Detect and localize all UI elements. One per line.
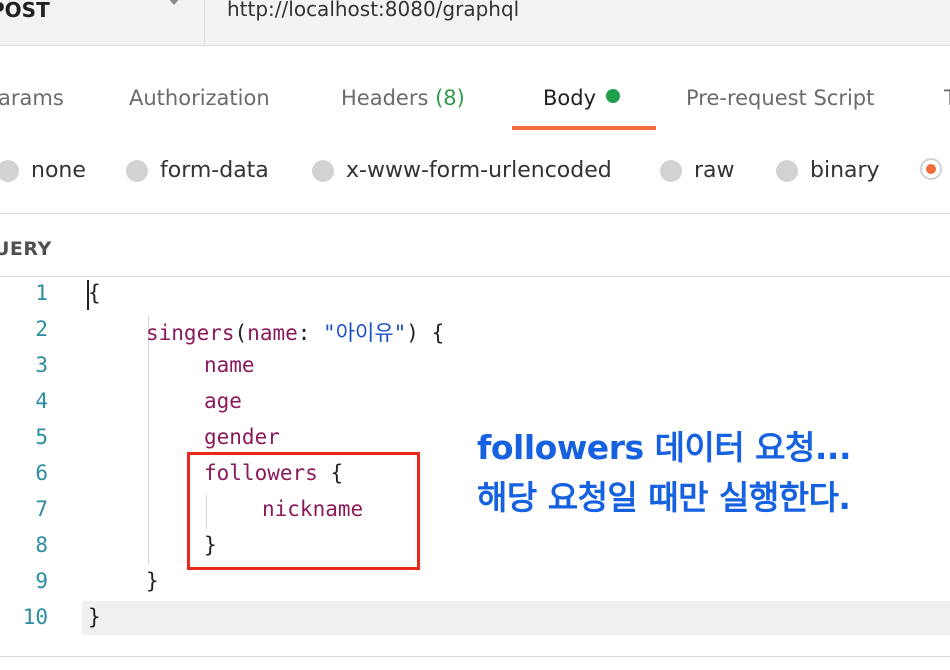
radio-label: form-data (160, 158, 269, 183)
headers-count-badge: (8) (435, 86, 465, 110)
divider (0, 656, 950, 657)
tab-label: arams (0, 86, 64, 110)
tab-label: Body (543, 86, 597, 110)
line-number: 5 (35, 425, 48, 449)
tab-label: Headers (341, 86, 429, 110)
code-token: age (204, 389, 242, 413)
code-line: { (88, 281, 101, 305)
radio-circle-icon (312, 159, 334, 182)
code-line: name (204, 353, 255, 377)
code-token: gender (204, 425, 280, 449)
chevron-down-icon (166, 0, 182, 5)
line-number: 6 (35, 461, 48, 485)
radio-label: binary (810, 158, 880, 183)
radio-selected-icon (920, 158, 942, 180)
radio-label: x-www-form-urlencoded (346, 158, 612, 183)
code-token: } (88, 605, 101, 629)
line-number: 1 (35, 281, 48, 305)
followers-highlight-box (187, 452, 420, 570)
code-line: } (88, 605, 101, 629)
radio-label: none (31, 158, 86, 183)
code-line: singers(name: "아이유") { (146, 321, 445, 345)
radio-none[interactable]: none (0, 158, 86, 183)
line-number: 9 (35, 569, 48, 593)
url-input[interactable]: http://localhost:8080/graphql (227, 0, 519, 21)
code-line: gender (204, 425, 280, 449)
divider (204, 0, 205, 45)
code-token: name (247, 321, 298, 345)
radio-raw[interactable]: raw (660, 158, 735, 183)
code-line: age (204, 389, 242, 413)
code-token: ) { (406, 321, 445, 345)
query-section-label: UERY (0, 238, 52, 260)
request-bar: POST http://localhost:8080/graphql (0, 0, 950, 46)
active-tab-indicator (512, 126, 656, 130)
radio-circle-icon (660, 159, 682, 182)
radio-form-data[interactable]: form-data (126, 158, 269, 183)
tab-body[interactable]: Body (543, 86, 621, 110)
radio-circle-icon (0, 159, 19, 182)
line-number: 10 (22, 605, 48, 629)
body-type-radio-group: none form-data x-www-form-urlencoded raw… (0, 150, 950, 198)
code-token: "아이유" (323, 321, 407, 345)
radio-binary[interactable]: binary (776, 158, 880, 183)
code-token: { (88, 281, 101, 305)
radio-circle-icon (776, 159, 798, 182)
divider (0, 213, 950, 214)
active-line-highlight (82, 601, 950, 635)
tab-label: Pre-request Script (686, 86, 875, 110)
tab-authorization[interactable]: Authorization (129, 86, 270, 110)
method-select[interactable]: POST (0, 0, 195, 32)
indent-guide (148, 315, 149, 565)
tab-params[interactable]: arams (0, 86, 64, 110)
tab-label: Authorization (129, 86, 270, 110)
tab-tests[interactable]: T (944, 86, 950, 110)
tab-headers[interactable]: Headers (8) (341, 86, 465, 110)
radio-x-www-form-urlencoded[interactable]: x-www-form-urlencoded (312, 158, 612, 183)
radio-label: raw (694, 158, 735, 183)
code-token: name (204, 353, 255, 377)
code-token: singers (146, 321, 235, 345)
line-number: 7 (35, 497, 48, 521)
line-number: 2 (35, 317, 48, 341)
tab-pre-request-script[interactable]: Pre-request Script (686, 86, 874, 110)
request-tabs: arams Authorization Headers (8) Body Pre… (0, 70, 950, 132)
code-line: } (146, 569, 159, 593)
line-number: 3 (35, 353, 48, 377)
code-token: } (146, 569, 159, 593)
method-label: POST (0, 0, 50, 22)
line-number: 4 (35, 389, 48, 413)
body-status-dot-icon (606, 89, 621, 103)
annotation-text-line-1: followers 데이터 요청... (477, 428, 852, 467)
radio-graphql[interactable] (920, 158, 950, 180)
line-number: 8 (35, 533, 48, 557)
annotation-text-line-2: 해당 요청일 때만 실행한다. (477, 478, 851, 517)
radio-circle-icon (126, 159, 148, 182)
